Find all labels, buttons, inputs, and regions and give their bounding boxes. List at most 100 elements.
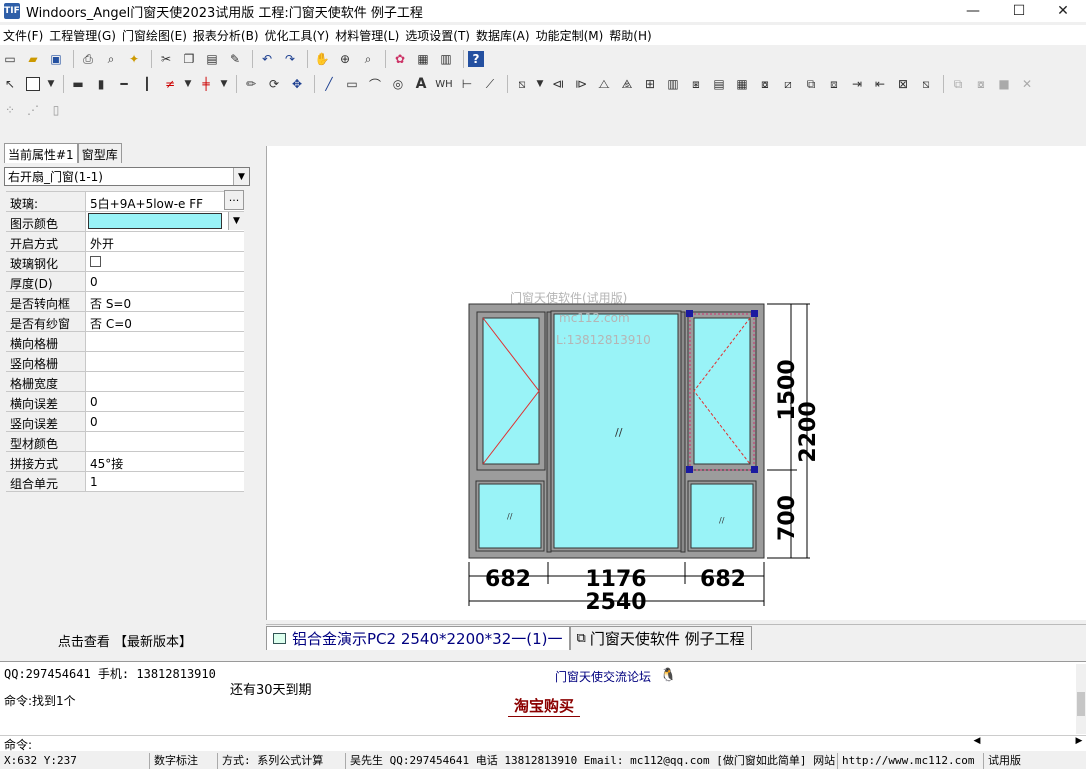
chevron-down-icon[interactable]: ▼ [228,212,244,230]
selection-handle[interactable] [686,466,693,473]
prop-value-turn-frame[interactable]: 否 S=0 [86,292,244,311]
combine-icon[interactable]: ⧉ [948,74,968,94]
table-icon[interactable]: ▦ [413,49,433,69]
delete-icon[interactable]: ✕ [1017,74,1037,94]
latest-version-link[interactable]: 点击查看 【最新版本】 [6,631,244,650]
left-upper-glass[interactable] [482,317,540,465]
grid-vertical-icon[interactable]: ▥ [663,74,683,94]
doc-tab-project[interactable]: ⧉ 门窗天使软件 例子工程 [569,626,752,650]
menu-material[interactable]: 材料管理(L) [332,27,402,44]
prop-value-v-grille[interactable] [86,352,244,371]
grid-horizontal-icon[interactable]: ▤ [709,74,729,94]
redo-icon[interactable]: ↷ [280,49,300,69]
sliding-icon[interactable]: ⧇ [755,74,775,94]
pencil-icon[interactable]: ✏ [241,74,261,94]
sliding-left-icon[interactable]: ⧄ [778,74,798,94]
menu-help[interactable]: 帮助(H) [606,27,654,44]
zoom-icon[interactable]: ⌕ [358,49,378,69]
horizontal-bar-icon[interactable]: ▬ [68,74,88,94]
menu-file[interactable]: 文件(F) [0,27,46,44]
scroll-left-icon[interactable]: ◀ [970,736,984,750]
sash-right-icon[interactable]: ⧐ [571,74,591,94]
scrollbar-thumb[interactable] [1077,692,1085,716]
forum-link[interactable]: 门窗天使交流论坛 [555,668,651,685]
ruler-icon[interactable]: ⟋ [480,74,500,94]
arrow-left-box-icon[interactable]: ⇤ [870,74,890,94]
prop-value-grille-width[interactable] [86,372,244,391]
open-folder-icon[interactable]: ▰ [23,49,43,69]
dropdown-arrow-icon[interactable]: ▼ [535,74,545,94]
menu-customize[interactable]: 功能定制(M) [533,27,607,44]
menu-optimize[interactable]: 优化工具(Y) [262,27,333,44]
glass-browse-button[interactable]: ··· [224,190,244,210]
move-icon[interactable]: ✥ [287,74,307,94]
dimension-right-total[interactable]: 2200 [796,401,821,462]
split-vertical-icon[interactable]: ╪ [196,74,216,94]
rect-draw-icon[interactable]: ▭ [342,74,362,94]
maximize-button[interactable]: ☐ [996,0,1042,22]
pan-icon[interactable]: ✋ [312,49,332,69]
cut-icon[interactable]: ✂ [156,49,176,69]
command-line[interactable]: 命令: ◀ ▶ [0,735,1086,752]
prop-value-joint[interactable]: 45°接 [86,452,244,471]
menu-report[interactable]: 报表分析(B) [190,27,262,44]
prop-value-h-grille[interactable] [86,332,244,351]
sash-type-icon[interactable]: ⧅ [512,74,532,94]
split-horizontal-icon[interactable]: ≠ [160,74,180,94]
vertical-bar-icon[interactable]: ▮ [91,74,111,94]
prop-value-profile-color[interactable] [86,432,244,451]
combine-save-icon[interactable]: ■ [994,74,1014,94]
grid-double-icon[interactable]: ⧆ [686,74,706,94]
tilt-icon[interactable]: ⧉ [801,74,821,94]
diagonal-box-icon[interactable]: ⧅ [916,74,936,94]
grid-cross-icon[interactable]: ⊞ [640,74,660,94]
dimension-icon[interactable]: ⊢ [457,74,477,94]
minimize-button[interactable]: — [950,0,996,22]
network-icon[interactable]: ⋰ [23,100,43,120]
palette-icon[interactable]: ✿ [390,49,410,69]
dimension-bottom-middle[interactable]: 1176 [585,567,646,592]
component-select[interactable]: 右开扇_门窗(1-1) ▼ [4,167,250,186]
color-swatch[interactable] [88,213,222,229]
window-drawing[interactable]: // // // 门窗天使软件(试用版) mc112.com L:1381281… [267,146,1086,620]
rotate-icon[interactable]: ⟳ [264,74,284,94]
cross-box-icon[interactable]: ⊠ [893,74,913,94]
print-icon[interactable]: ⎙ [78,49,98,69]
menu-drawing[interactable]: 门窗绘图(E) [119,27,190,44]
brush-icon[interactable]: ✎ [225,49,245,69]
text-icon[interactable]: A [411,74,431,94]
wh-dimension-icon[interactable]: WH [434,74,454,94]
circle-icon[interactable]: ◎ [388,74,408,94]
sash-left-icon[interactable]: ⧏ [548,74,568,94]
prop-value-glass[interactable]: 5白+9A+5low-e FF [86,192,244,211]
line-icon[interactable]: ╱ [319,74,339,94]
mullion-left[interactable] [546,311,552,553]
page-icon[interactable]: ▯ [46,100,66,120]
tab-current-properties[interactable]: 当前属性#1 [4,143,78,163]
prop-value-thickness[interactable]: 0 [86,272,244,291]
dimension-bottom-left[interactable]: 682 [485,567,531,592]
dropdown-arrow-icon[interactable]: ▼ [46,74,56,94]
undo-icon[interactable]: ↶ [257,49,277,69]
close-button[interactable]: ✕ [1040,0,1086,22]
dimension-bottom-total[interactable]: 2540 [585,590,646,615]
doc-tab-window-design[interactable]: 铝合金演示PC2 2540*2200*32一(1)一 [266,626,570,650]
zoom-in-icon[interactable]: ⊕ [335,49,355,69]
prop-value-combine-unit[interactable]: 1 [86,472,244,491]
pivot-icon[interactable]: ⧈ [824,74,844,94]
copy-icon[interactable]: ❐ [179,49,199,69]
right-upper-glass[interactable] [693,317,751,465]
qq-icon[interactable]: 🐧 [660,668,676,683]
status-website[interactable]: http://www.mc112.com [838,753,984,769]
prop-value-tempered[interactable] [86,252,244,271]
link-icon[interactable]: ⁘ [0,100,20,120]
menu-database[interactable]: 数据库(A) [473,27,533,44]
buy-link[interactable]: 淘宝购买 [508,695,581,717]
print-preview-icon[interactable]: ⌕ [101,49,121,69]
selection-handle[interactable] [751,466,758,473]
new-file-icon[interactable]: ▭ [0,49,20,69]
export-icon[interactable]: ✦ [124,49,144,69]
arrow-right-box-icon[interactable]: ⇥ [847,74,867,94]
menu-options[interactable]: 选项设置(T) [402,27,473,44]
sash-bottom-icon[interactable]: ⧌ [617,74,637,94]
